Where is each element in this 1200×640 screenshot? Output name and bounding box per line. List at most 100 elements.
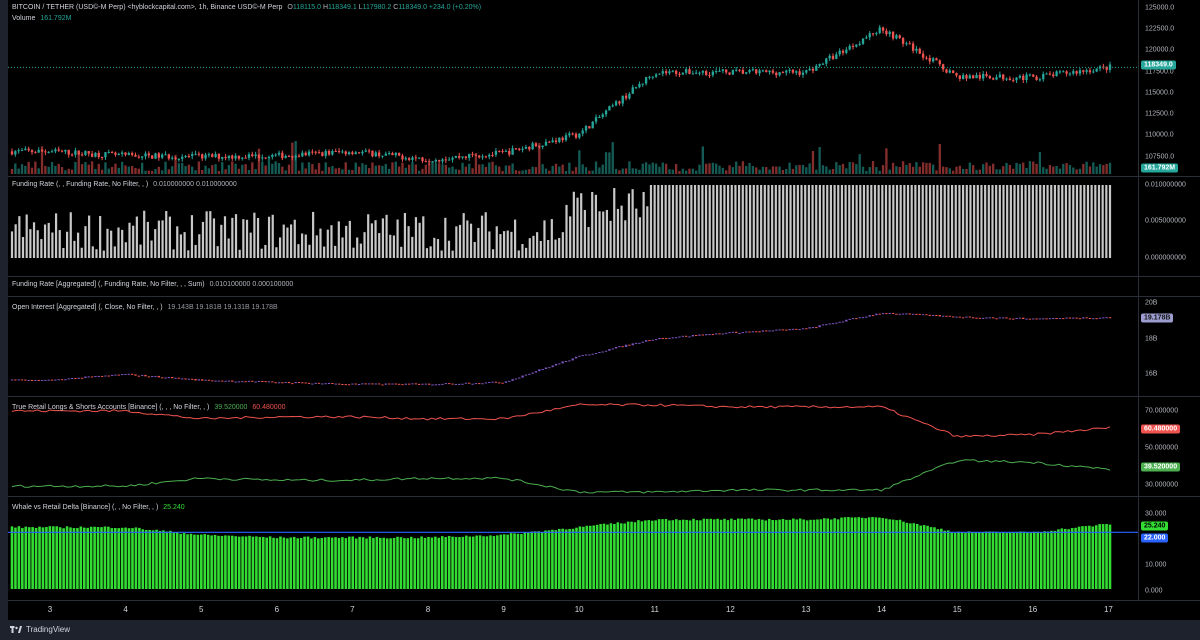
funding-bar bbox=[837, 185, 840, 258]
delta-bar bbox=[678, 520, 682, 589]
oi-candle bbox=[868, 315, 871, 317]
oi-chart-area[interactable] bbox=[8, 297, 1138, 396]
candle-body bbox=[1052, 74, 1055, 77]
retail-ls-pane[interactable]: True Retail Longs & Shorts Accounts [Bin… bbox=[8, 397, 1200, 496]
oi-candle bbox=[351, 383, 354, 385]
delta-bar bbox=[860, 517, 864, 589]
price-chart-area[interactable] bbox=[8, 0, 1138, 176]
oi-candle bbox=[87, 376, 90, 378]
volume-bar bbox=[661, 162, 664, 174]
candle-body bbox=[60, 150, 64, 152]
last-price-badge: 118349.0 bbox=[1141, 60, 1176, 70]
candle-body bbox=[127, 153, 130, 155]
agg-funding-title[interactable]: Funding Rate [Aggregated] (, Funding Rat… bbox=[12, 281, 205, 288]
delta-bar bbox=[330, 537, 334, 589]
oi-candle bbox=[661, 337, 664, 339]
funding-bar bbox=[165, 211, 168, 258]
oi-candle bbox=[251, 380, 254, 382]
open-interest-pane[interactable]: Open Interest [Aggregated] (, Close, No … bbox=[8, 297, 1200, 396]
time-axis[interactable]: 3 4 5 6 7 8 9 10 11 12 13 14 15 16 17 bbox=[8, 600, 1200, 620]
volume-bar bbox=[281, 166, 284, 174]
funding-bar bbox=[550, 219, 553, 258]
candle-body bbox=[321, 152, 324, 156]
agg-funding-scale[interactable] bbox=[1138, 277, 1200, 296]
delta-bar bbox=[1015, 531, 1019, 589]
oi-candle bbox=[995, 318, 998, 320]
oi-candle bbox=[768, 330, 771, 332]
delta-bar bbox=[671, 520, 675, 589]
price-scale[interactable]: 125000.0 122500.0 120000.0 117500.0 1150… bbox=[1138, 0, 1200, 176]
funding-rate-pane[interactable]: Funding Rate (, , Funding Rate, No Filte… bbox=[8, 177, 1200, 276]
delta-bar bbox=[89, 526, 93, 589]
retail-title[interactable]: True Retail Longs & Shorts Accounts [Bin… bbox=[12, 404, 209, 411]
oi-candle bbox=[181, 378, 184, 380]
funding-bar bbox=[143, 210, 146, 258]
funding-bar bbox=[591, 191, 594, 258]
retail-chart-area[interactable] bbox=[8, 397, 1138, 496]
delta-title[interactable]: Whale vs Retail Delta [Binance] (, , No … bbox=[12, 504, 158, 511]
volume-label[interactable]: Volume bbox=[12, 15, 35, 22]
candle-body bbox=[805, 70, 808, 73]
oi-candle bbox=[651, 339, 654, 341]
delta-bar bbox=[489, 535, 492, 589]
chart-frame[interactable]: BITCOIN / TETHER (USD©-M Perp) <hyblockc… bbox=[8, 0, 1200, 620]
oi-candle bbox=[1102, 317, 1105, 319]
oi-candle bbox=[134, 374, 137, 376]
oi-candle bbox=[684, 335, 688, 337]
candle-body bbox=[821, 63, 825, 65]
delta-bar bbox=[1057, 529, 1060, 589]
funding-bar bbox=[627, 193, 631, 258]
delta-bar bbox=[65, 526, 69, 589]
oi-scale[interactable]: 20B 18B 16B 19.178B bbox=[1138, 297, 1200, 396]
volume-bar bbox=[337, 167, 341, 174]
symbol-title[interactable]: BITCOIN / TETHER (USD©-M Perp) <hyblockc… bbox=[12, 4, 282, 11]
funding-bar bbox=[14, 224, 17, 258]
oi-candle bbox=[1108, 317, 1112, 319]
funding-bar bbox=[1050, 185, 1053, 258]
volume-bar bbox=[1002, 166, 1005, 174]
tradingview-brand[interactable]: TradingView bbox=[26, 625, 70, 634]
delta-chart-area[interactable] bbox=[8, 497, 1138, 600]
delta-bar bbox=[120, 527, 124, 589]
whale-retail-delta-pane[interactable]: Whale vs Retail Delta [Binance] (, , No … bbox=[8, 497, 1200, 600]
funding-bar bbox=[51, 232, 54, 258]
candle-body bbox=[911, 43, 915, 51]
volume-bar bbox=[514, 170, 518, 174]
funding-bar bbox=[396, 219, 399, 258]
tradingview-logo-icon[interactable] bbox=[10, 625, 22, 634]
delta-bar bbox=[764, 520, 768, 589]
oi-candle bbox=[1092, 318, 1095, 320]
funding-bar bbox=[572, 191, 575, 258]
delta-bar bbox=[292, 536, 296, 589]
funding-bar bbox=[998, 185, 1001, 258]
candle-body bbox=[691, 73, 694, 75]
funding-title[interactable]: Funding Rate (, , Funding Rate, No Filte… bbox=[12, 181, 148, 188]
funding-bar bbox=[414, 217, 418, 258]
funding-bar bbox=[1086, 185, 1090, 258]
volume-bar bbox=[825, 166, 828, 174]
delta-scale[interactable]: 30.000 10.000 0.000 25.240 22.000 bbox=[1138, 497, 1200, 600]
funding-chart-area[interactable] bbox=[8, 177, 1138, 276]
volume-bar bbox=[67, 168, 70, 174]
volume-bar bbox=[284, 170, 287, 174]
oi-candle bbox=[114, 374, 117, 376]
oi-title[interactable]: Open Interest [Aggregated] (, Close, No … bbox=[12, 304, 163, 311]
candle-body bbox=[314, 151, 317, 153]
volume-bar bbox=[634, 168, 638, 174]
funding-bar bbox=[209, 211, 212, 258]
agg-funding-pane[interactable]: Funding Rate [Aggregated] (, Funding Rat… bbox=[8, 277, 1200, 296]
delta-bar bbox=[255, 536, 258, 589]
volume-bar bbox=[371, 162, 374, 174]
retail-scale[interactable]: 70.000000 50.000000 30.000000 60.480000 … bbox=[1138, 397, 1200, 496]
funding-scale[interactable]: 0.010000000 0.005000000 0.000000000 bbox=[1138, 177, 1200, 276]
price-pane[interactable]: BITCOIN / TETHER (USD©-M Perp) <hyblockc… bbox=[8, 0, 1200, 176]
delta-bar bbox=[392, 537, 396, 589]
oi-candle bbox=[321, 383, 324, 385]
delta-bar bbox=[224, 535, 227, 589]
funding-tick: 0.000000000 bbox=[1145, 254, 1186, 262]
funding-bar bbox=[605, 209, 609, 258]
oi-candle bbox=[147, 376, 150, 378]
oi-candle bbox=[237, 381, 241, 383]
funding-bar bbox=[102, 250, 105, 258]
candle-body bbox=[1002, 74, 1005, 80]
